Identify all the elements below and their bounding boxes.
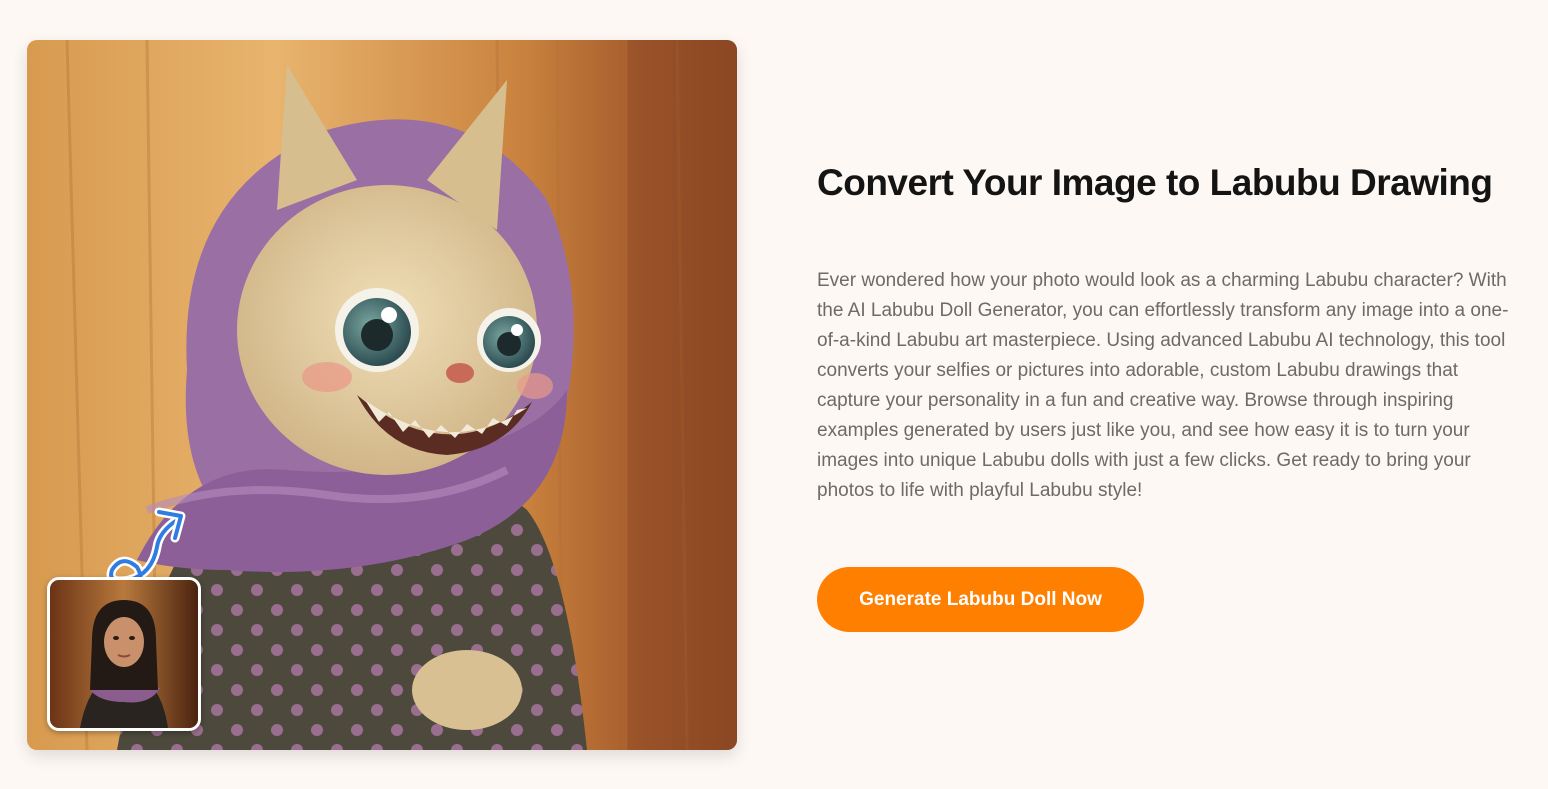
page-title: Convert Your Image to Labubu Drawing bbox=[817, 162, 1493, 203]
showcase-image-card bbox=[27, 40, 737, 750]
hero-content: Convert Your Image to Labubu Drawing Eve… bbox=[817, 158, 1517, 632]
generate-labubu-button[interactable]: Generate Labubu Doll Now bbox=[817, 567, 1144, 632]
source-photo-thumbnail bbox=[47, 577, 201, 731]
hero-description: Ever wondered how your photo would look … bbox=[817, 270, 1509, 501]
source-photo-image bbox=[50, 580, 198, 728]
